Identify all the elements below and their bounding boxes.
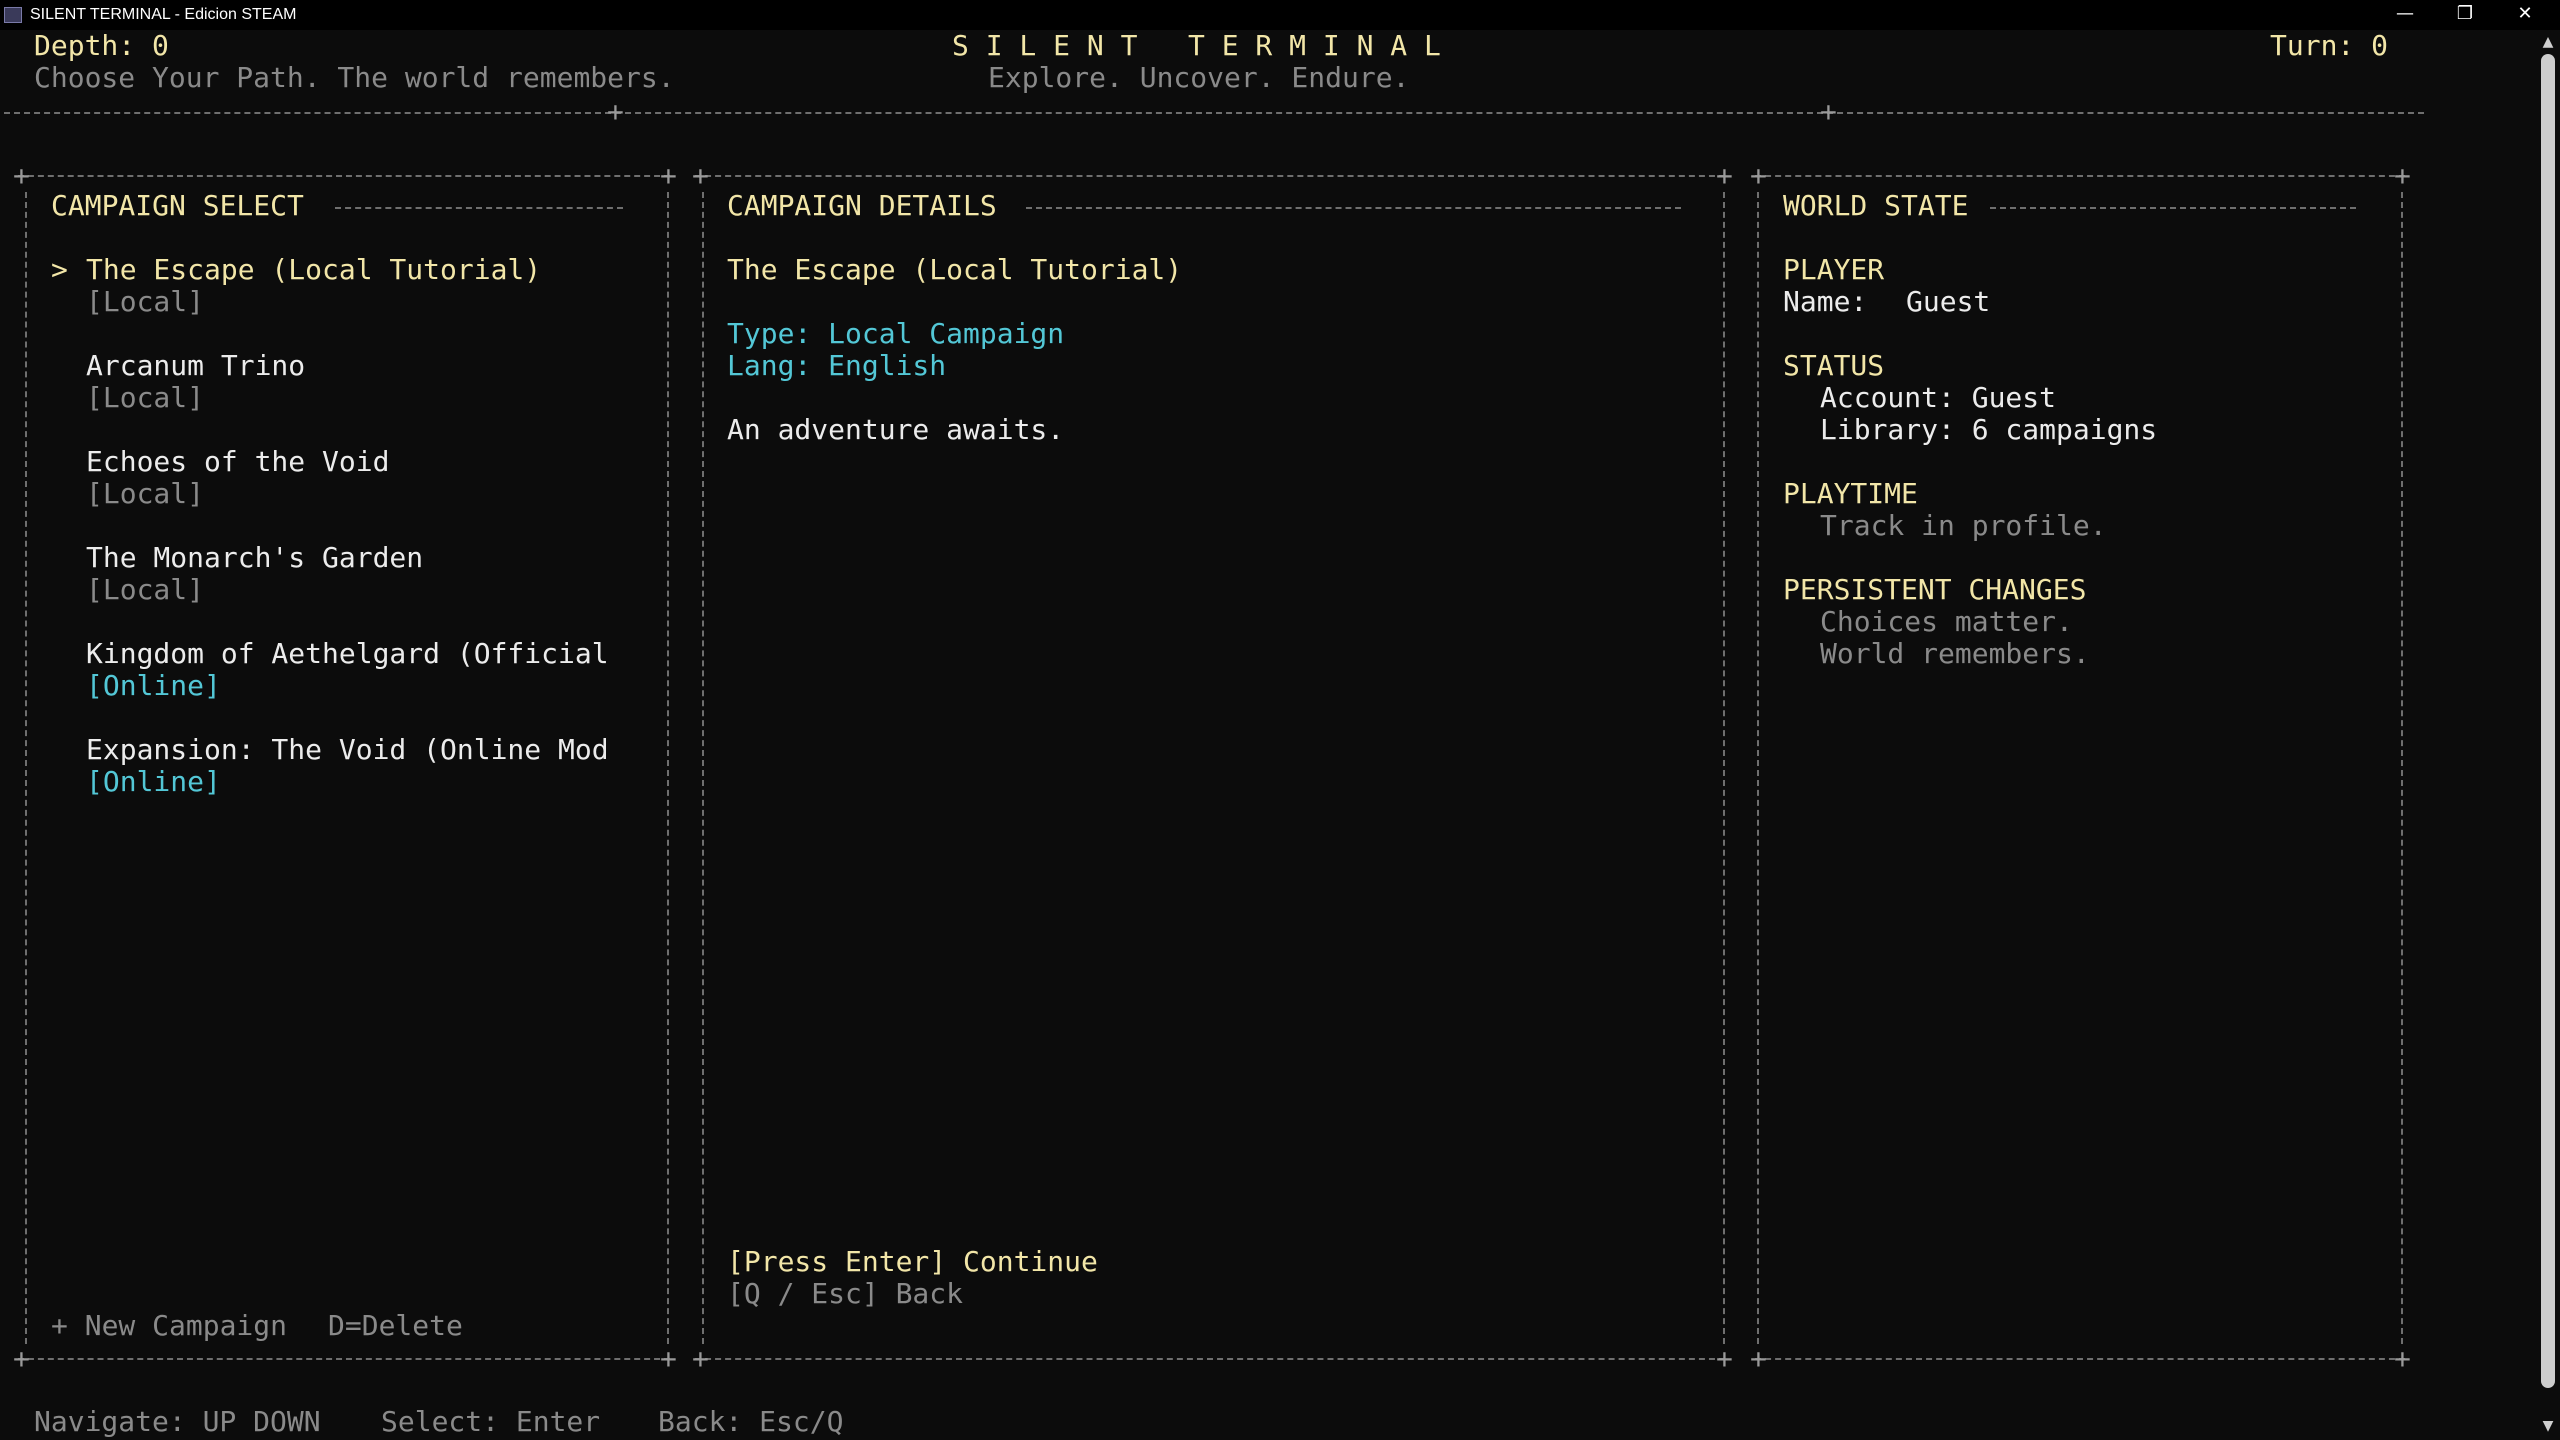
- status-heading: STATUS: [1783, 349, 1885, 382]
- header-divider: [4, 112, 2424, 114]
- turn-counter: Turn: 0: [2270, 29, 2389, 62]
- app-icon: [4, 7, 22, 23]
- campaign-details-title: CAMPAIGN DETAILS: [727, 190, 1009, 222]
- panel-corner: +: [2394, 1342, 2411, 1375]
- details-type: Type: Local Campaign: [727, 317, 1065, 350]
- campaign-name: The Monarch's Garden: [86, 541, 424, 574]
- campaign-tag: [Online]: [86, 765, 221, 798]
- playtime-text: Track in profile.: [1820, 509, 2107, 542]
- panel-corner: +: [2394, 159, 2411, 192]
- panel-corner: +: [1750, 159, 1767, 192]
- back-hint: Back: Esc/Q: [658, 1405, 844, 1438]
- panel-corner: +: [1716, 1342, 1733, 1375]
- header-tagline: Choose Your Path. The world remembers.: [34, 61, 675, 94]
- window-title: SILENT TERMINAL - Edicion STEAM: [30, 6, 297, 23]
- panel-corner: +: [692, 1342, 709, 1375]
- persistent-changes-line: Choices matter.: [1820, 605, 2073, 638]
- player-heading: PLAYER: [1783, 253, 1885, 286]
- continue-button[interactable]: [Press Enter] Continue: [727, 1246, 1098, 1278]
- back-button[interactable]: [Q / Esc] Back: [727, 1278, 963, 1310]
- campaign-tag: [Local]: [86, 477, 205, 510]
- scrollbar-thumb[interactable]: [2541, 54, 2555, 1388]
- panel-border-bottom: [1755, 1358, 2405, 1360]
- details-campaign-name: The Escape (Local Tutorial): [727, 253, 1183, 286]
- campaign-name: Kingdom of Aethelgard (Official: [86, 637, 609, 670]
- panel-border-top: [18, 175, 670, 177]
- minimize-button[interactable]: —: [2375, 0, 2435, 30]
- scroll-up-arrow-icon[interactable]: ▲: [2538, 30, 2558, 54]
- panel-border-top: [1755, 175, 2405, 177]
- depth-counter: Depth: 0: [34, 29, 169, 62]
- new-campaign-button[interactable]: + New Campaign: [51, 1310, 287, 1342]
- panel-border-left: [702, 192, 704, 1344]
- panel-corner: +: [1750, 1342, 1767, 1375]
- panel-corner: +: [13, 1342, 30, 1375]
- panel-corner: +: [692, 159, 709, 192]
- campaign-name: Echoes of the Void: [86, 445, 390, 478]
- window-titlebar: SILENT TERMINAL - Edicion STEAM — ❐ ✕: [0, 0, 2560, 30]
- header-subtitle: Explore. Uncover. Endure.: [988, 61, 1410, 94]
- campaign-name: The Escape (Local Tutorial): [86, 253, 542, 286]
- panel-border-right: [667, 192, 669, 1344]
- select-hint: Select: Enter: [381, 1405, 601, 1438]
- panel-border-right: [2401, 192, 2403, 1344]
- panel-border-right: [1723, 192, 1725, 1344]
- panel-corner: +: [13, 159, 30, 192]
- panel-border-top: [695, 175, 1725, 177]
- campaign-tag: [Local]: [86, 573, 205, 606]
- panel-border-left: [25, 192, 27, 1344]
- campaign-name: Expansion: The Void (Online Mod: [86, 733, 609, 766]
- playtime-heading: PLAYTIME: [1783, 477, 1918, 510]
- divider-junction: +: [1820, 95, 1837, 128]
- details-description: An adventure awaits.: [727, 413, 1065, 446]
- selection-marker-icon: >: [51, 253, 68, 286]
- panel-corner: +: [660, 159, 677, 192]
- navigate-hint: Navigate: UP DOWN: [34, 1405, 321, 1438]
- player-name: Guest: [1906, 285, 1991, 318]
- maximize-button[interactable]: ❐: [2435, 0, 2495, 30]
- player-name-label: Name:: [1783, 285, 1868, 318]
- campaign-tag: [Local]: [86, 285, 205, 318]
- world-state-title: WORLD STATE: [1783, 190, 1981, 222]
- status-account: Account: Guest: [1820, 381, 2057, 414]
- game-title: S I L E N T T E R M I N A L: [952, 29, 1441, 62]
- details-language: Lang: English: [727, 349, 947, 382]
- campaign-name: Arcanum Trino: [86, 349, 306, 382]
- divider-junction: +: [607, 95, 624, 128]
- persistent-changes-line: World remembers.: [1820, 637, 2090, 670]
- persistent-changes-heading: PERSISTENT CHANGES: [1783, 573, 2087, 606]
- campaign-tag: [Local]: [86, 381, 205, 414]
- title-rule: [335, 207, 623, 209]
- title-rule: [1026, 207, 1681, 209]
- scroll-down-arrow-icon[interactable]: ▼: [2538, 1414, 2558, 1438]
- campaign-select-title: CAMPAIGN SELECT: [51, 190, 316, 222]
- status-library: Library: 6 campaigns: [1820, 413, 2158, 446]
- panel-border-left: [1757, 192, 1759, 1344]
- delete-hint[interactable]: D=Delete: [328, 1310, 463, 1342]
- panel-border-bottom: [18, 1358, 670, 1360]
- panel-corner: +: [660, 1342, 677, 1375]
- panel-corner: +: [1716, 159, 1733, 192]
- panel-border-bottom: [695, 1358, 1725, 1360]
- close-button[interactable]: ✕: [2495, 0, 2555, 30]
- campaign-tag: [Online]: [86, 669, 221, 702]
- title-rule: [1990, 207, 2356, 209]
